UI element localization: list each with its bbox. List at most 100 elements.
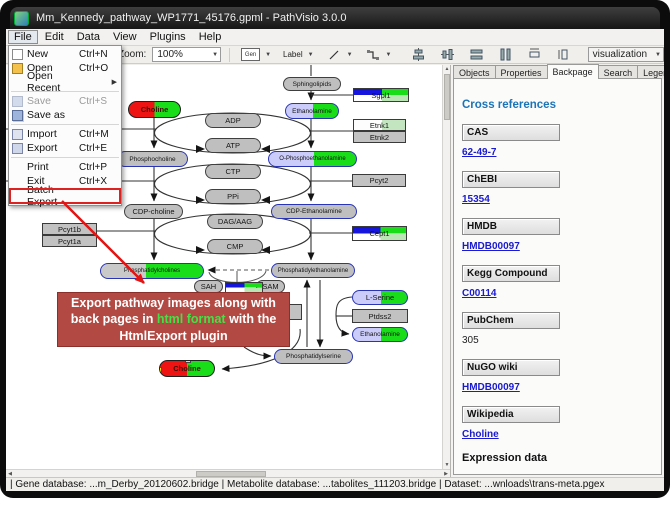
metabolite-node-phosphatidylethanolamine[interactable]: Phosphatidylethanolamine (271, 263, 355, 278)
menu-edit[interactable]: Edit (39, 30, 70, 44)
gene-node-cept1[interactable]: Cept1 (352, 226, 407, 241)
menu-data[interactable]: Data (71, 30, 106, 44)
tab-search[interactable]: Search (598, 65, 639, 79)
menu-file[interactable]: File (8, 30, 38, 44)
metabolite-node-choline[interactable]: Choline (159, 360, 215, 377)
zoom-value: 100% (157, 49, 183, 60)
metabolite-node-ppi[interactable]: PPi (205, 189, 261, 204)
xref-value-hmdb[interactable]: HMDB00097 (462, 241, 653, 252)
side-panel: ObjectsPropertiesBackpageSearchLegend Cr… (450, 65, 664, 477)
xref-sections: CAS62-49-7ChEBI15354HMDBHMDB00097Kegg Co… (462, 124, 653, 440)
metabolite-node-adp[interactable]: ADP (205, 113, 261, 128)
selection-handle[interactable] (214, 360, 215, 363)
metabolite-node-o-phosphoethanolamine[interactable]: O-Phosphoethanolamine (268, 151, 357, 167)
xref-value-cas[interactable]: 62-49-7 (462, 147, 653, 158)
gene-node-ptdss2[interactable]: Ptdss2 (352, 309, 408, 323)
metabolite-node-dag-aag[interactable]: DAG/AAG (207, 214, 263, 229)
gene-node-pcyt1b[interactable]: Pcyt1b (42, 223, 97, 235)
xref-value-pubchem: 305 (462, 335, 653, 346)
distribute-horizontal-icon[interactable] (469, 48, 484, 62)
xref-value-kegg-compound[interactable]: C00114 (462, 288, 653, 299)
gene-node-pcyt1a[interactable]: Pcyt1a (42, 235, 97, 247)
canvas-horizontal-scrollbar[interactable]: ◀ ▶ (6, 469, 450, 477)
submenu-arrow-icon: ▶ (112, 78, 117, 86)
backpage-content: Cross references CAS62-49-7ChEBI15354HMD… (453, 78, 662, 475)
side-panel-tabs: ObjectsPropertiesBackpageSearchLegend (453, 65, 664, 79)
xref-value-nugo-wiki[interactable]: HMDB00097 (462, 382, 653, 393)
align-center-icon[interactable] (410, 48, 425, 62)
selection-handle[interactable] (185, 360, 191, 363)
file-menu-item-import[interactable]: ImportCtrl+M (9, 127, 121, 141)
metabolite-node-l-serine[interactable]: L-Serine (352, 290, 408, 305)
shortcut-label: Ctrl+E (79, 143, 117, 154)
xref-value-chebi[interactable]: 15354 (462, 194, 653, 205)
canvas-vertical-scrollbar[interactable]: ▲ ▼ (442, 65, 450, 469)
gene-node-sgpl1[interactable]: Sgpl1 (353, 88, 409, 102)
chevron-down-icon: ▼ (212, 52, 218, 58)
metabolite-node-sphingolipids[interactable]: Sphingolipids (283, 77, 341, 91)
menu-icon-spacer (12, 77, 23, 88)
import-icon (12, 129, 23, 140)
file-menu-item-label: Save as (27, 109, 79, 121)
tab-objects[interactable]: Objects (453, 65, 496, 79)
menu-view[interactable]: View (107, 30, 143, 44)
file-menu-item-label: Import (27, 128, 79, 140)
visualization-combobox[interactable]: visualization ▼ (588, 47, 664, 62)
file-menu-item-new[interactable]: NewCtrl+N (9, 47, 121, 61)
selection-handle[interactable] (214, 376, 215, 377)
visualization-value: visualization (593, 49, 647, 60)
common-height-icon[interactable] (556, 48, 571, 62)
metabolite-node-cmp[interactable]: CMP (207, 239, 263, 254)
metabolite-node-ctp[interactable]: CTP (205, 164, 261, 179)
tab-legend[interactable]: Legend (637, 65, 664, 79)
xref-header-nugo-wiki: NuGO wiki (462, 359, 560, 376)
metabolite-node-ethanolamine[interactable]: Ethanolamine (285, 103, 339, 119)
metabolite-node-cdp-choline[interactable]: CDP-choline (124, 204, 183, 219)
file-menu-item-save-as[interactable]: Save as (9, 108, 121, 122)
metabolite-node-phosphatidylcholines[interactable]: Phosphatidylcholines (100, 263, 204, 279)
file-menu-item-print[interactable]: PrintCtrl+P (9, 160, 121, 174)
gene-node-etnk1[interactable]: Etnk1 (353, 119, 406, 131)
tab-properties[interactable]: Properties (495, 65, 548, 79)
label-tool-button[interactable]: Label ▼ (280, 48, 317, 61)
annotation-callout: Export pathway images along with back pa… (57, 292, 290, 347)
file-menu-dropdown: NewCtrl+NOpenCtrl+OOpen Recent▶SaveCtrl+… (8, 45, 122, 206)
selection-handle[interactable] (185, 376, 191, 377)
file-menu-item-batch-export[interactable]: Batch Export (9, 188, 121, 204)
menu-icon-spacer (12, 162, 23, 173)
file-menu-item-save[interactable]: SaveCtrl+S (9, 94, 121, 108)
metabolite-node-ethanolamine[interactable]: Ethanolamine (352, 327, 408, 342)
distribute-vertical-icon[interactable] (498, 48, 513, 62)
application-window: FileEditDataViewPluginsHelp Zoom: 100% ▼… (6, 29, 664, 491)
menu-plugins[interactable]: Plugins (144, 30, 192, 44)
selection-handle[interactable] (159, 367, 162, 373)
metabolite-node-cdp-ethanolamine[interactable]: CDP-Ethanolamine (271, 204, 357, 219)
file-menu-item-label: Batch Export (27, 184, 79, 208)
line-tool-button[interactable]: ▼ (323, 46, 356, 64)
zoom-combobox[interactable]: 100% ▼ (152, 47, 221, 62)
align-middle-icon[interactable] (440, 48, 455, 62)
menu-help[interactable]: Help (193, 30, 228, 44)
metabolite-node-phosphocholine[interactable]: Phosphocholine (117, 151, 188, 167)
metabolite-node-atp[interactable]: ATP (205, 138, 261, 153)
connector-tool-button[interactable]: ▼ (362, 46, 395, 64)
file-menu-item-open-recent[interactable]: Open Recent▶ (9, 75, 121, 89)
metabolite-node-phosphatidylserine[interactable]: Phosphatidylserine (274, 349, 353, 364)
file-menu-item-export[interactable]: ExportCtrl+E (9, 141, 121, 155)
cross-references-heading: Cross references (462, 99, 653, 111)
shortcut-label: Ctrl+X (79, 176, 117, 187)
selection-handle[interactable] (214, 367, 215, 373)
gene-tool-button[interactable]: Gen ▼ (238, 46, 274, 63)
xref-value-wikipedia[interactable]: Choline (462, 429, 653, 440)
gene-node-etnk2[interactable]: Etnk2 (353, 131, 406, 143)
gene-node-pcyt2[interactable]: Pcyt2 (352, 174, 406, 187)
chevron-down-icon: ▼ (347, 52, 353, 58)
selection-handle[interactable] (159, 360, 162, 363)
common-width-icon[interactable] (527, 48, 542, 62)
file-menu-item-label: Print (27, 161, 79, 173)
metabolite-node-choline[interactable]: Choline (128, 101, 181, 118)
tab-backpage[interactable]: Backpage (547, 64, 599, 79)
xref-header-pubchem: PubChem (462, 312, 560, 329)
selection-handle[interactable] (159, 376, 162, 377)
chevron-down-icon: ▼ (655, 52, 661, 58)
